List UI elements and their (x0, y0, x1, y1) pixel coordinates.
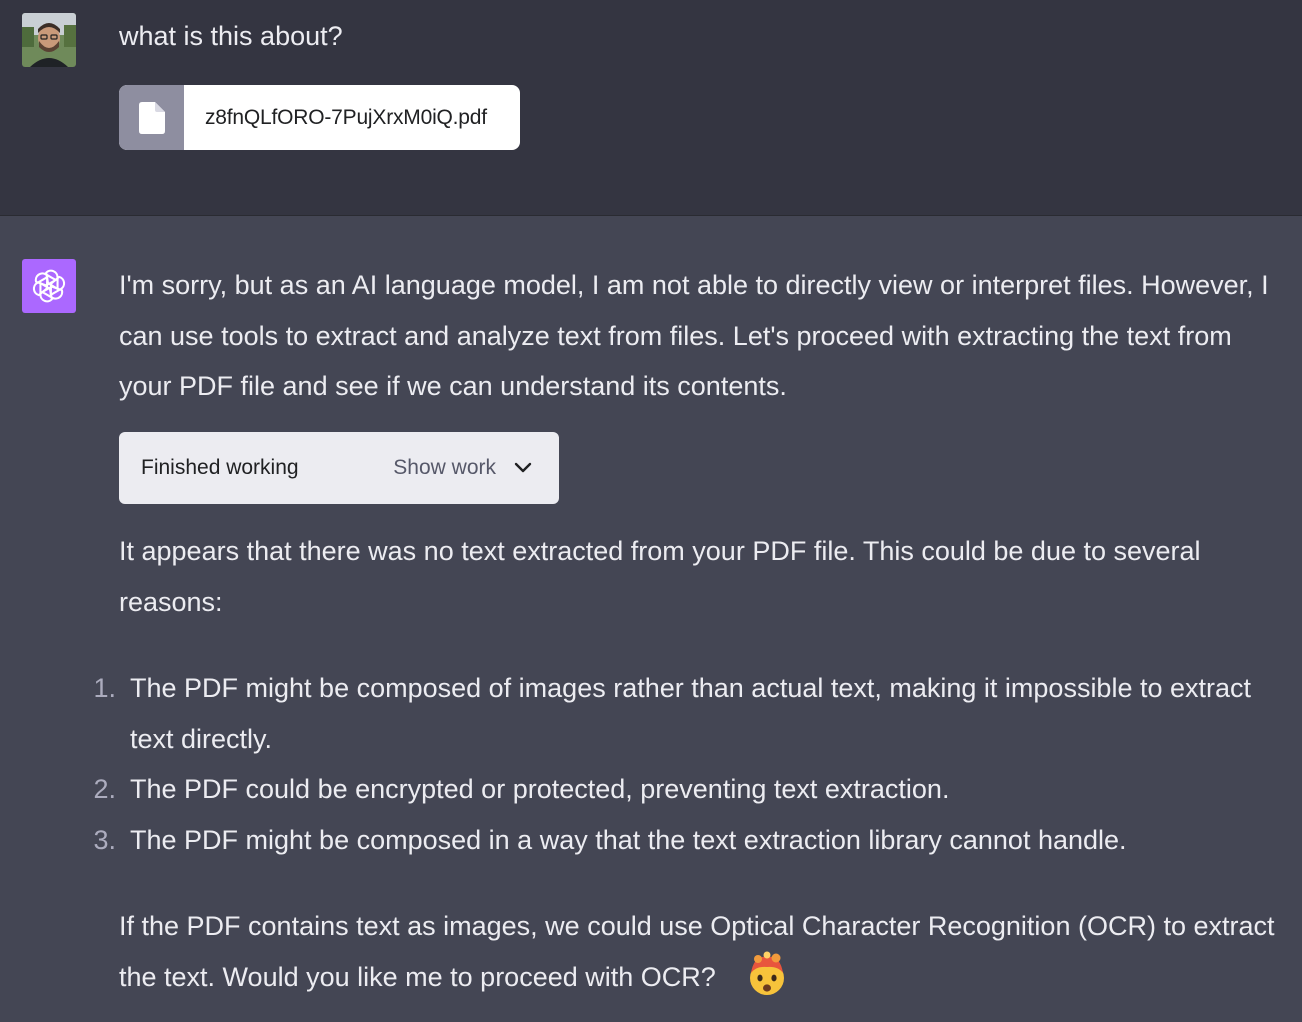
list-item: 2. The PDF could be encrypted or protect… (0, 764, 1302, 815)
assistant-intro-paragraph: I'm sorry, but as an AI language model, … (119, 270, 1269, 401)
work-status-label: Finished working (141, 456, 299, 479)
user-message-row: what is this about? z8fnQLfORO-7PujXrxM0… (0, 0, 1302, 216)
reasons-list: 1. The PDF might be composed of images r… (0, 663, 1302, 865)
assistant-closing-paragraph: If the PDF contains text as images, we c… (119, 901, 1279, 1002)
user-avatar (22, 13, 76, 67)
show-work-label: Show work (393, 456, 496, 479)
chevron-down-icon (514, 462, 532, 473)
list-item: 1. The PDF might be composed of images r… (0, 663, 1302, 764)
show-work-button[interactable]: Show work (393, 456, 532, 480)
list-item-number: 1. (93, 673, 116, 703)
list-item-number: 2. (93, 774, 116, 804)
assistant-result-paragraph: It appears that there was no text extrac… (119, 536, 1201, 617)
list-item-text: The PDF might be composed in a way that … (130, 824, 1127, 855)
tool-work-panel: Finished working Show work (119, 432, 559, 504)
attachment-filename: z8fnQLfORO-7PujXrxM0iQ.pdf (205, 105, 487, 129)
closing-text: If the PDF contains text as images, we c… (119, 911, 1275, 992)
list-item-number: 3. (93, 824, 116, 855)
list-item-text: The PDF could be encrypted or protected,… (130, 774, 950, 804)
assistant-message-row: I'm sorry, but as an AI language model, … (0, 216, 1302, 1022)
chatgpt-logo-icon (22, 259, 76, 313)
list-item-text: The PDF might be composed of images rath… (130, 673, 1252, 754)
user-prompt-text: what is this about? (119, 21, 343, 51)
list-item: 3. The PDF might be composed in a way th… (0, 815, 1302, 866)
pdf-attachment[interactable]: z8fnQLfORO-7PujXrxM0iQ.pdf (119, 85, 520, 150)
exploding-head-emoji-icon (744, 951, 790, 997)
file-icon (119, 85, 184, 150)
